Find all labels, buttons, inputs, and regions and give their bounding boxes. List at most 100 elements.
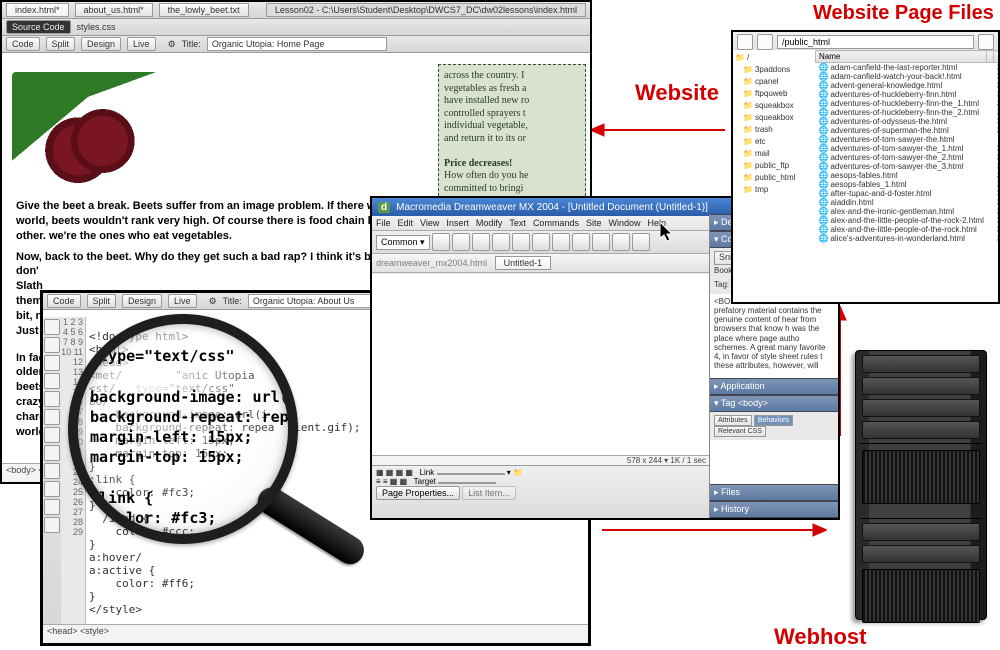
title-field[interactable]: Organic Utopia: Home Page [207,37,387,51]
toolbar-icon[interactable] [632,233,650,251]
tab-about[interactable]: about_us.html* [75,3,153,17]
tool-icon[interactable] [44,427,60,443]
target-field[interactable] [438,482,496,484]
path-field[interactable]: /public_html [777,35,974,49]
toolbar-icon[interactable] [572,233,590,251]
tool-icon[interactable] [44,463,60,479]
file-row[interactable]: after-tupac-and-d-foster.html34,529 [816,189,999,198]
tool-icon[interactable] [44,445,60,461]
attributes-tab[interactable]: Attributes [714,415,752,426]
col-size[interactable]: Size [994,51,998,63]
tool-icon[interactable] [44,481,60,497]
toolbar-icon[interactable] [592,233,610,251]
tree-item[interactable]: mail [735,148,817,160]
go-icon[interactable] [978,34,994,50]
live-btn[interactable]: Live [127,37,156,51]
file-row[interactable]: adventures-of-huckleberry-finn-the_1.htm… [816,99,999,108]
file-row[interactable]: adventures-of-tom-sawyer-the_1.html34,86… [816,144,999,153]
tool-icon[interactable] [44,409,60,425]
file-row[interactable]: alex-and-the-little-people-of-the-rock-2… [816,216,999,225]
split-btn[interactable]: Split [46,37,76,51]
file-row[interactable]: adventures-of-tom-sawyer-the.html32,911 [816,135,999,144]
dw-icon: d [378,202,390,213]
tool-icon[interactable] [44,355,60,371]
design-btn[interactable]: Design [81,37,121,51]
behaviors-tab[interactable]: Behaviors [754,415,793,426]
file-row[interactable]: advent-general-knowledge.html33,431 [816,81,999,90]
source-code-btn[interactable]: Source Code [6,20,71,34]
tree-item[interactable]: 3paddons [735,64,817,76]
file-row[interactable]: alex-and-the-ironic-gentleman.html33,204 [816,207,999,216]
arrow-code-to-host [597,520,827,540]
toolbar-icon[interactable] [612,233,630,251]
tool-icon[interactable] [44,391,60,407]
file-row[interactable]: adventures-of-superman-the.html34,176 [816,126,999,135]
stylesheet-name[interactable]: styles.css [77,22,116,32]
label-page-files: Website Page Files [813,2,994,25]
files-panel-hdr[interactable]: ▸ Files [710,484,838,501]
file-row[interactable]: adventures-of-tom-sawyer-the_3.html33,69… [816,162,999,171]
mx-tab-1[interactable]: dreamweaver_mx2004.html [376,258,487,268]
tree-item[interactable]: trash [735,124,817,136]
page-properties-btn[interactable]: Page Properties... [376,486,460,500]
live-btn-2[interactable]: Live [168,294,197,308]
tree-item[interactable]: public_ftp [735,160,817,172]
tree-item[interactable]: etc [735,136,817,148]
file-row[interactable]: adam-canfield-watch-your-back!.html33,70… [816,72,999,81]
tree-item[interactable]: / [735,52,817,64]
webhost-server [835,350,995,630]
list-item-btn[interactable]: List Item... [462,486,516,500]
toolbar-icon[interactable] [512,233,530,251]
file-row[interactable]: adam-canfield-the-last-reporter.html32,8… [816,63,999,73]
tool-icon[interactable] [44,337,60,353]
mx-tab-2[interactable]: Untitled-1 [495,256,552,270]
design-btn-2[interactable]: Design [122,294,162,308]
toolbar-icon[interactable] [552,233,570,251]
tool-icon[interactable] [44,517,60,533]
split-btn-2[interactable]: Split [87,294,117,308]
file-row[interactable]: adventures-of-huckleberry-finn.html35,03… [816,90,999,99]
tag-panel-hdr[interactable]: ▾ Tag <body> [710,395,838,412]
view-toolbar: Code Split Design Live ⚙ Title: Organic … [2,36,590,53]
toolbar-icon[interactable] [492,233,510,251]
toolbar-icon[interactable] [452,233,470,251]
file-row[interactable]: aesops-fables_1.html35,393 [816,180,999,189]
folder-tree[interactable]: /3paddonscpanelftpquwebsqueakboxsqueakbo… [733,50,820,302]
tree-item[interactable]: ftpquweb [735,88,817,100]
file-row[interactable]: adventures-of-huckleberry-finn-the_2.htm… [816,108,999,117]
link-field[interactable] [437,473,505,475]
app-panel-hdr[interactable]: ▸ Application [710,378,838,395]
file-row[interactable]: alex-and-the-little-people-of-the-rock.h… [816,225,999,234]
tree-item[interactable]: squeakbox [735,112,817,124]
file-row[interactable]: adventures-of-tom-sawyer-the_2.html32,41… [816,153,999,162]
file-row[interactable]: aladdin.html32,926 [816,198,999,207]
beet-image [12,72,177,187]
relcss-tab[interactable]: Relevant CSS [714,426,766,437]
mx-design-canvas[interactable] [372,274,710,470]
code-btn[interactable]: Code [6,37,40,51]
tree-item[interactable]: cpanel [735,76,817,88]
tree-item[interactable]: public_html [735,172,817,184]
tab-beet[interactable]: the_lowly_beet.txt [159,3,249,17]
file-list[interactable]: Name Size adam-canfield-the-last-reporter… [815,50,998,302]
col-name[interactable]: Name [816,51,987,63]
tree-item[interactable]: tmp [735,184,817,196]
toolbar-icon[interactable] [472,233,490,251]
fwd-icon[interactable] [757,34,773,50]
tool-icon[interactable] [44,373,60,389]
col-sort[interactable] [987,51,994,63]
tool-icon[interactable] [44,499,60,515]
back-icon[interactable] [737,34,753,50]
cursor-icon [660,222,676,244]
common-dropdown[interactable]: Common ▾ [376,235,430,250]
tree-item[interactable]: squeakbox [735,100,817,112]
file-row[interactable]: aesops-fables.html31,616 [816,171,999,180]
file-row[interactable]: alice's-adventures-in-wonderland.html34,… [816,234,999,243]
file-row[interactable]: adventures-of-odysseus-the.html34,193 [816,117,999,126]
history-panel-hdr[interactable]: ▸ History [710,501,838,518]
toolbar-icon[interactable] [532,233,550,251]
toolbar-icon[interactable] [432,233,450,251]
tab-index[interactable]: index.html* [6,3,69,17]
tool-icon[interactable] [44,319,60,335]
code-btn-2[interactable]: Code [47,294,81,308]
